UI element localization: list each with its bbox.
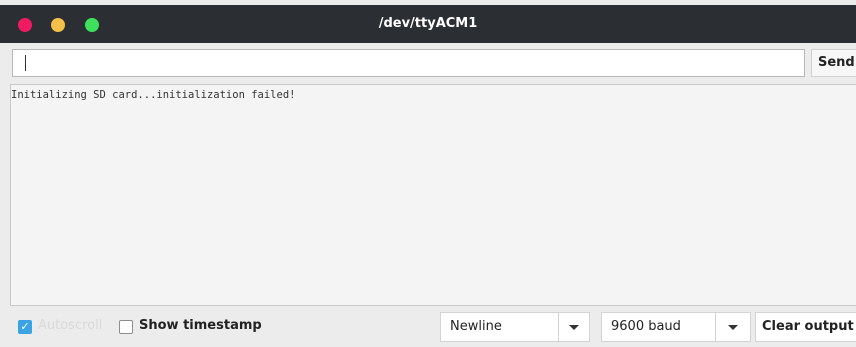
line-ending-select[interactable]: Newline	[440, 312, 590, 342]
show-timestamp-label[interactable]: Show timestamp	[139, 318, 262, 333]
send-button[interactable]: Send	[811, 49, 856, 77]
select-divider	[715, 313, 716, 341]
line-ending-value: Newline	[450, 319, 502, 334]
send-row: Send	[0, 43, 856, 83]
clear-output-button[interactable]: Clear output	[755, 312, 856, 342]
serial-send-input[interactable]	[12, 49, 805, 77]
baud-rate-value: 9600 baud	[611, 319, 681, 334]
chevron-down-icon	[728, 325, 738, 330]
text-caret	[25, 55, 26, 71]
bottom-toolbar: ✓ Autoscroll Show timestamp Newline 9600…	[0, 307, 856, 347]
autoscroll-checkbox[interactable]: ✓	[18, 320, 32, 334]
autoscroll-label[interactable]: Autoscroll	[38, 318, 102, 333]
title-bar[interactable]: /dev/ttyACM1	[0, 5, 856, 43]
window-title: /dev/ttyACM1	[378, 16, 478, 31]
serial-monitor-window: /dev/ttyACM1 Send Initializing SD card..…	[0, 0, 856, 347]
show-timestamp-checkbox[interactable]	[119, 320, 133, 334]
baud-rate-select[interactable]: 9600 baud	[601, 312, 751, 342]
chevron-down-icon	[569, 325, 579, 330]
output-line: Initializing SD card...initialization fa…	[11, 89, 296, 101]
checkmark-icon: ✓	[20, 320, 30, 333]
select-divider	[558, 313, 559, 341]
serial-output-area[interactable]: Initializing SD card...initialization fa…	[10, 84, 856, 306]
